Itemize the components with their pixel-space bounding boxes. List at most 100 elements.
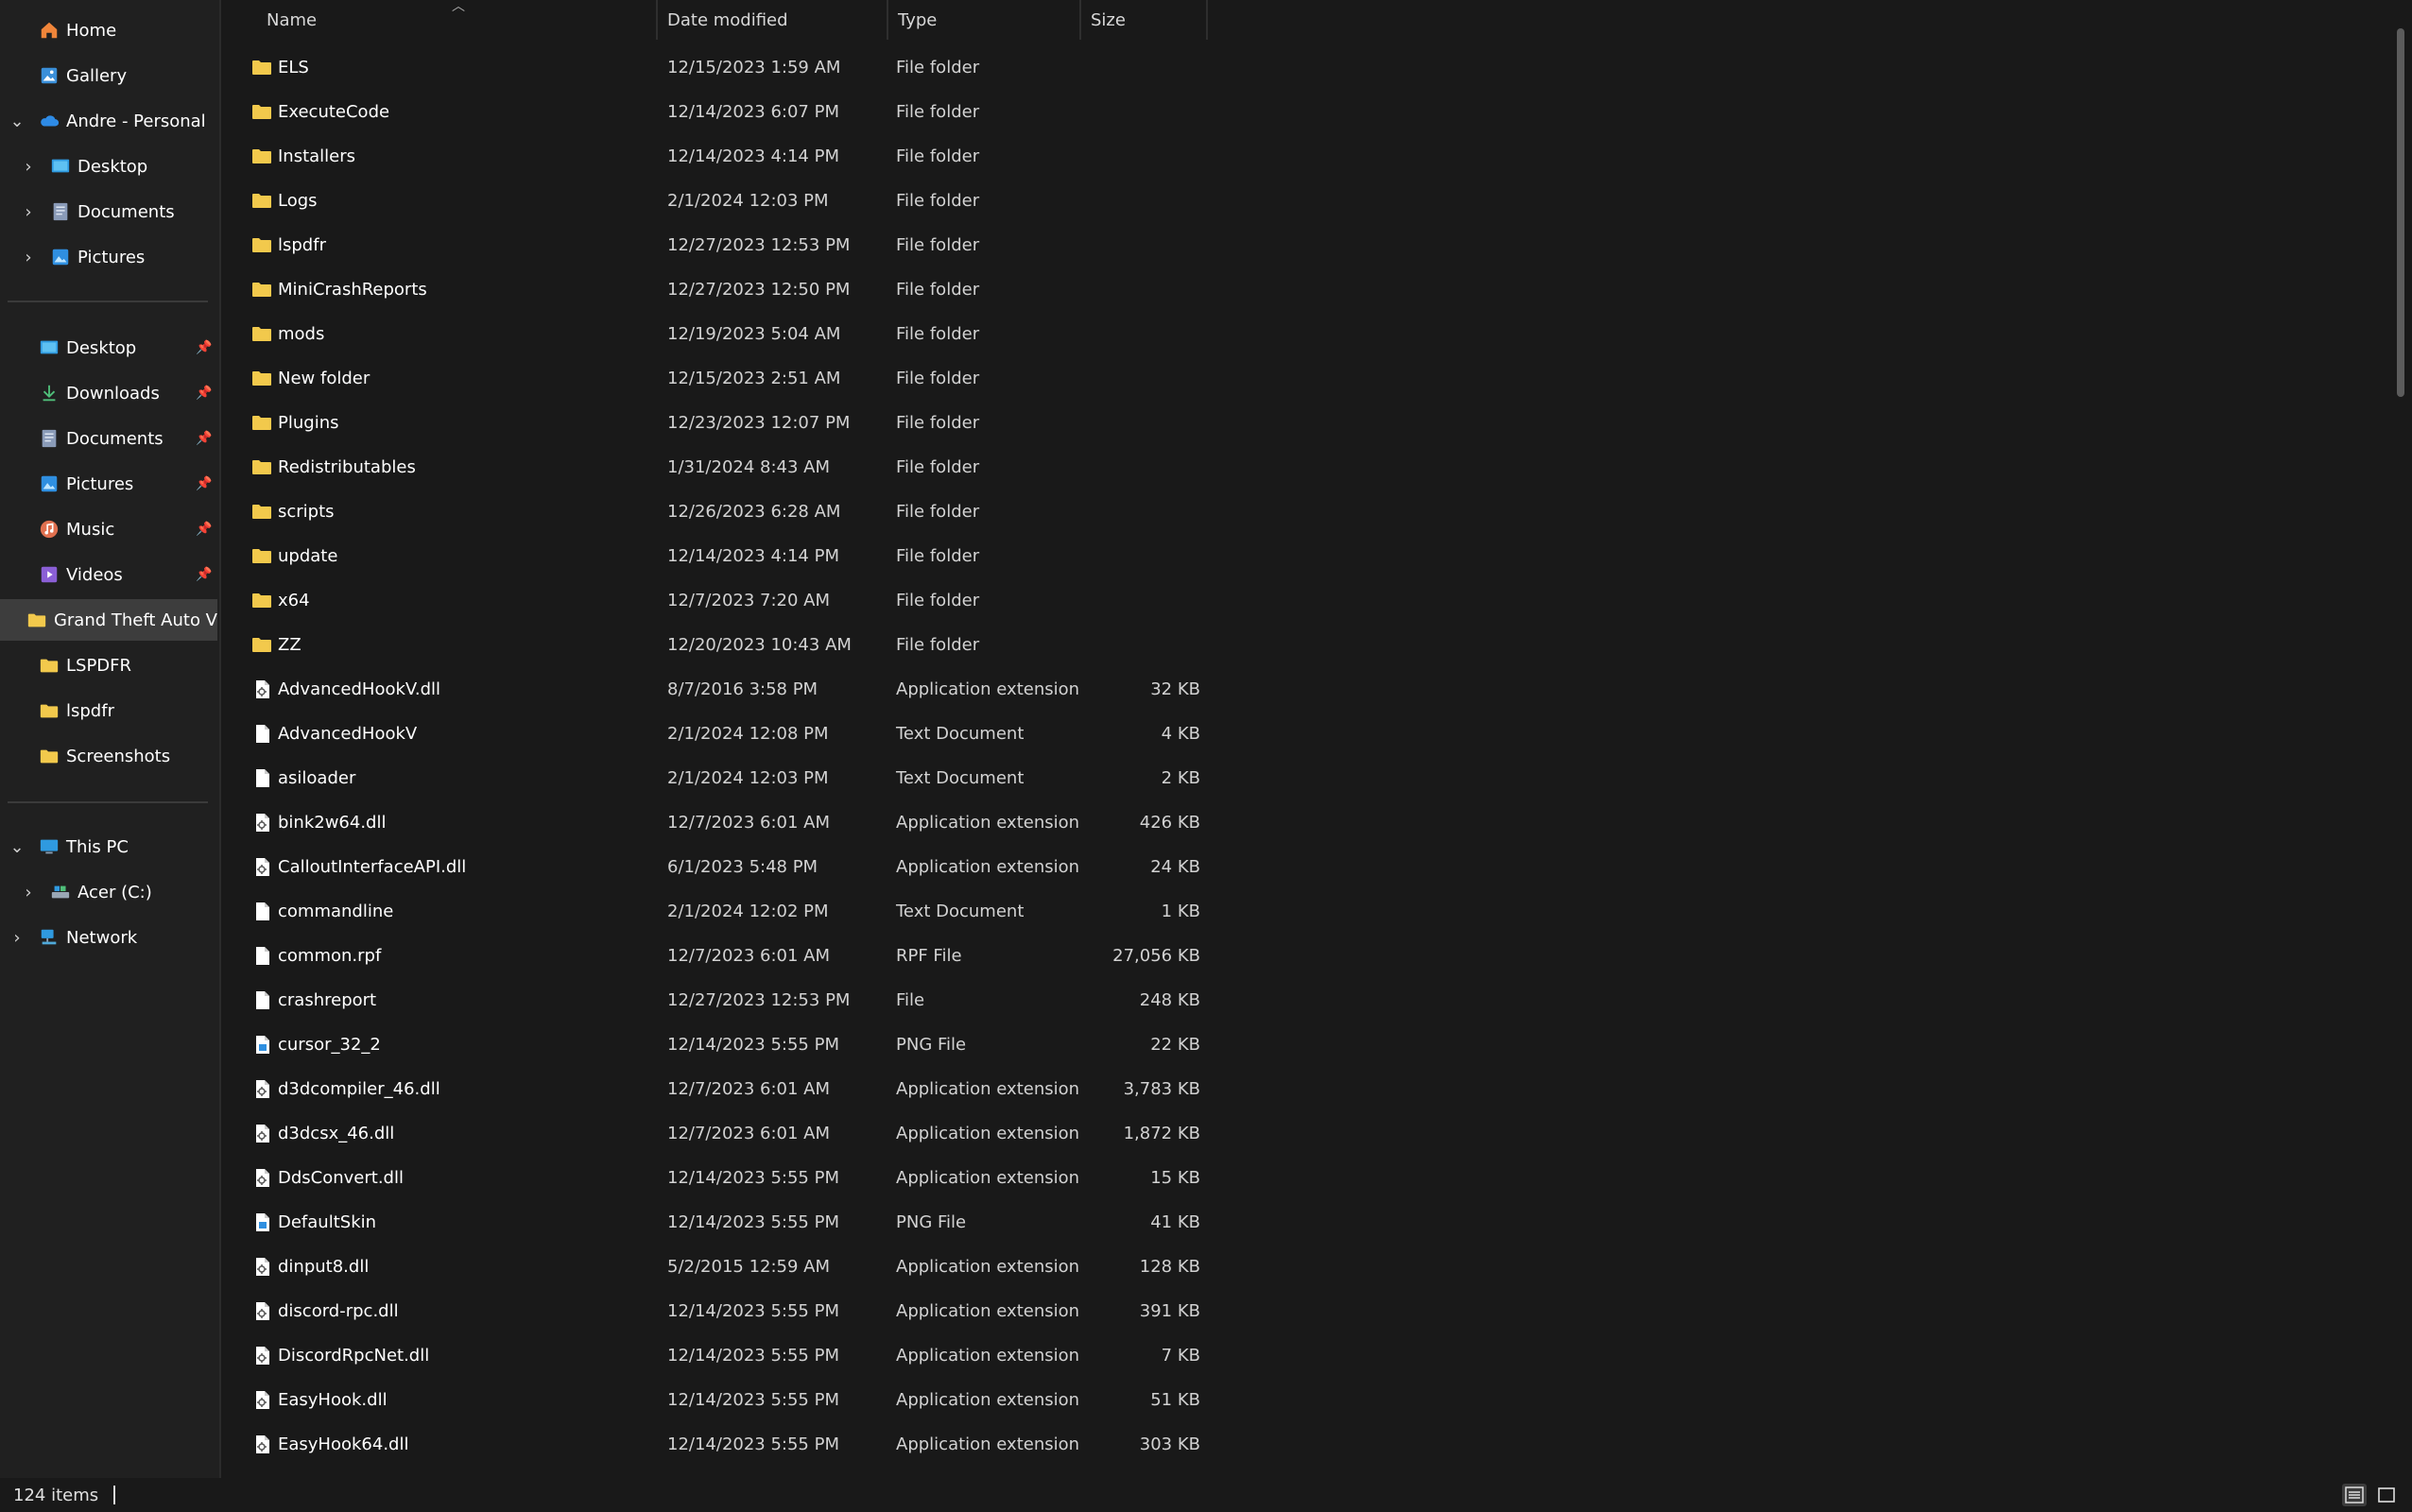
sidebar-item-network[interactable]: › Network	[0, 917, 217, 958]
vertical-scrollbar[interactable]	[2397, 28, 2404, 397]
pin-icon[interactable]: 📌	[196, 474, 212, 493]
file-row[interactable]: DdsConvert.dll 12/14/2023 5:55 PM Applicat…	[221, 1156, 1208, 1200]
file-type: RPF File	[896, 946, 962, 966]
file-row[interactable]: Plugins 12/23/2023 12:07 PM File folder	[221, 401, 1208, 445]
sidebar-item-onedrive-desktop[interactable]: › Desktop	[0, 146, 217, 187]
file-row[interactable]: lspdfr 12/27/2023 12:53 PM File folder	[221, 223, 1208, 267]
file-row[interactable]: CalloutInterfaceAPI.dll 6/1/2023 5:48 PM A…	[221, 845, 1208, 889]
file-type: Text Document	[896, 768, 1025, 788]
pin-icon[interactable]: 📌	[196, 429, 212, 448]
file-name: Plugins	[278, 413, 339, 433]
sidebar-item-label: Pictures	[78, 247, 146, 267]
sidebar-item-label: lspdfr	[66, 700, 114, 721]
text-file-icon	[256, 902, 269, 920]
file-row[interactable]: update 12/14/2023 4:14 PM File folder	[221, 534, 1208, 578]
sidebar-item-music[interactable]: Music 📌	[0, 508, 217, 550]
file-name: ExecuteCode	[278, 102, 390, 122]
file-row[interactable]: d3dcompiler_46.dll 12/7/2023 6:01 AM Appli…	[221, 1067, 1208, 1111]
column-header-name[interactable]: Name	[221, 0, 658, 40]
file-row[interactable]: Logs 2/1/2024 12:03 PM File folder	[221, 179, 1208, 223]
file-row[interactable]: Installers 12/14/2023 4:14 PM File folder	[221, 134, 1208, 179]
pin-icon[interactable]: 📌	[196, 565, 212, 584]
sidebar-item-this-pc[interactable]: ⌄ This PC	[0, 826, 217, 868]
sidebar-item-lspdfr-upper[interactable]: LSPDFR	[0, 644, 217, 686]
tiles-view-button[interactable]	[2374, 1484, 2399, 1506]
sidebar-item-label: Desktop	[66, 337, 137, 358]
sidebar-item-label: Pictures	[66, 473, 134, 494]
file-row[interactable]: cursor_32_2 12/14/2023 5:55 PM PNG File 22 …	[221, 1022, 1208, 1067]
file-row[interactable]: d3dcsx_46.dll 12/7/2023 6:01 AM Applicatio…	[221, 1111, 1208, 1156]
file-size: 303 KB	[1139, 1435, 1200, 1454]
file-name: AdvancedHookV	[278, 724, 418, 744]
file-row[interactable]: ZZ 12/20/2023 10:43 AM File folder	[221, 623, 1208, 667]
sidebar-item-onedrive[interactable]: ⌄ Andre - Personal	[0, 100, 217, 142]
file-row[interactable]: Redistributables 1/31/2024 8:43 AM File fo…	[221, 445, 1208, 490]
tiles-view-icon	[2378, 1487, 2395, 1503]
file-row[interactable]: DefaultSkin 12/14/2023 5:55 PM PNG File 41 …	[221, 1200, 1208, 1245]
file-row[interactable]: MiniCrashReports 12/27/2023 12:50 PM File …	[221, 267, 1208, 312]
chevron-right-icon[interactable]: ›	[19, 157, 38, 177]
sidebar-item-downloads[interactable]: Downloads 📌	[0, 372, 217, 414]
file-name: common.rpf	[278, 946, 382, 966]
details-view-button[interactable]	[2342, 1484, 2367, 1506]
file-size: 1 KB	[1161, 902, 1200, 921]
file-row[interactable]: AdvancedHookV.dll 8/7/2016 3:58 PM Applica…	[221, 667, 1208, 712]
file-row[interactable]: commandline 2/1/2024 12:02 PM Text Documen…	[221, 889, 1208, 934]
chevron-right-icon[interactable]: ›	[19, 202, 38, 222]
file-row[interactable]: common.rpf 12/7/2023 6:01 AM RPF File 27,05…	[221, 934, 1208, 978]
chevron-right-icon[interactable]: ›	[19, 883, 38, 902]
file-type: Application extension	[896, 1390, 1080, 1410]
column-header-type[interactable]: Type	[888, 0, 1081, 40]
file-type: Application extension	[896, 679, 1080, 699]
sidebar-item-gallery[interactable]: Gallery	[0, 55, 217, 96]
sidebar-item-grand-theft-auto-v[interactable]: Grand Theft Auto V	[0, 599, 217, 641]
sidebar-item-label: Music	[66, 519, 115, 540]
documents-icon	[42, 429, 57, 448]
file-date-modified: 12/26/2023 6:28 AM	[667, 502, 841, 522]
file-row[interactable]: AdvancedHookV 2/1/2024 12:08 PM Text Docum…	[221, 712, 1208, 756]
videos-icon	[41, 566, 58, 583]
file-row[interactable]: dinput8.dll 5/2/2015 12:59 AM Application …	[221, 1245, 1208, 1289]
sidebar-item-onedrive-pictures[interactable]: › Pictures	[0, 236, 217, 278]
sidebar-item-label: LSPDFR	[66, 655, 132, 676]
file-date-modified: 12/14/2023 4:14 PM	[667, 546, 839, 566]
column-header-date[interactable]: Date modified	[658, 0, 888, 40]
sidebar-item-videos[interactable]: Videos 📌	[0, 554, 217, 595]
text-file-icon	[256, 725, 269, 743]
file-date-modified: 12/27/2023 12:53 PM	[667, 235, 851, 255]
column-header-size[interactable]: Size	[1081, 0, 1208, 40]
chevron-down-icon[interactable]: ⌄	[8, 837, 26, 857]
file-size: 248 KB	[1139, 990, 1200, 1010]
file-row[interactable]: x64 12/7/2023 7:20 AM File folder	[221, 578, 1208, 623]
sidebar-item-desktop[interactable]: Desktop 📌	[0, 327, 217, 369]
sidebar-item-pictures[interactable]: Pictures 📌	[0, 463, 217, 505]
sidebar-item-label: Screenshots	[66, 746, 171, 766]
file-row[interactable]: New folder 12/15/2023 2:51 AM File folder	[221, 356, 1208, 401]
sidebar-item-home[interactable]: Home	[0, 9, 217, 51]
sidebar-item-acer-c[interactable]: › Acer (C:)	[0, 871, 217, 913]
sidebar-item-screenshots[interactable]: Screenshots	[0, 735, 217, 777]
file-row[interactable]: crashreport 12/27/2023 12:53 PM File 248 KB	[221, 978, 1208, 1022]
file-row[interactable]: asiloader 2/1/2024 12:03 PM Text Document 2…	[221, 756, 1208, 800]
file-row[interactable]: EasyHook.dll 12/14/2023 5:55 PM Applicatio…	[221, 1378, 1208, 1422]
file-row[interactable]: ELS 12/15/2023 1:59 AM File folder	[221, 45, 1208, 90]
sidebar-item-documents[interactable]: Documents 📌	[0, 418, 217, 459]
pin-icon[interactable]: 📌	[196, 338, 212, 357]
sidebar-item-onedrive-documents[interactable]: › Documents	[0, 191, 217, 232]
file-row[interactable]: bink2w64.dll 12/7/2023 6:01 AM Application…	[221, 800, 1208, 845]
drive-icon	[51, 885, 70, 899]
chevron-right-icon[interactable]: ›	[19, 248, 38, 267]
chevron-down-icon[interactable]: ⌄	[8, 112, 26, 131]
pin-icon[interactable]: 📌	[196, 384, 212, 403]
sidebar-item-lspdfr-lower[interactable]: lspdfr	[0, 690, 217, 731]
chevron-right-icon[interactable]: ›	[8, 928, 26, 948]
file-row[interactable]: scripts 12/26/2023 6:28 AM File folder	[221, 490, 1208, 534]
file-row[interactable]: DiscordRpcNet.dll 12/14/2023 5:55 PM Appli…	[221, 1333, 1208, 1378]
file-row[interactable]: ExecuteCode 12/14/2023 6:07 PM File folder	[221, 90, 1208, 134]
file-type: Application extension	[896, 1301, 1080, 1321]
file-size: 426 KB	[1139, 813, 1200, 833]
file-row[interactable]: EasyHook64.dll 12/14/2023 5:55 PM Applicat…	[221, 1422, 1208, 1467]
file-row[interactable]: mods 12/19/2023 5:04 AM File folder	[221, 312, 1208, 356]
file-row[interactable]: discord-rpc.dll 12/14/2023 5:55 PM Applica…	[221, 1289, 1208, 1333]
pin-icon[interactable]: 📌	[196, 520, 212, 539]
